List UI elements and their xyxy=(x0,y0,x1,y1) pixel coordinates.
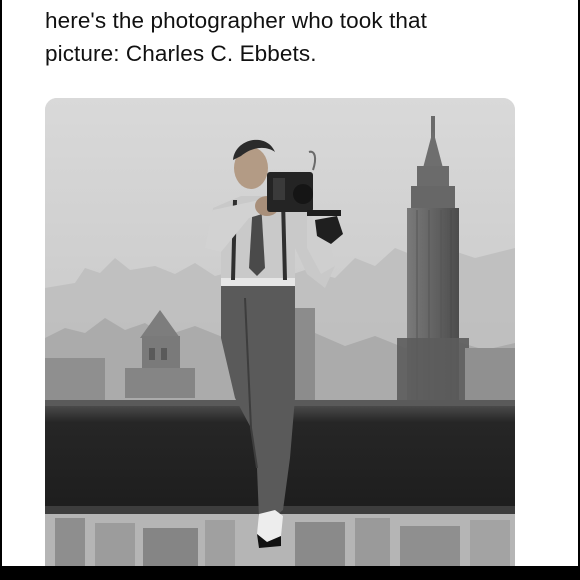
post-card: here's the photographer who took that pi… xyxy=(2,0,578,566)
left-buildings xyxy=(45,358,105,403)
photo-illustration xyxy=(45,98,515,566)
mid-tower xyxy=(293,308,315,400)
caption-line-1: here's the photographer who took that xyxy=(45,8,428,33)
caption-line-2: picture: Charles C. Ebbets. xyxy=(45,41,317,66)
post-photo[interactable] xyxy=(45,98,515,566)
bottom-edge xyxy=(0,566,580,580)
screenshot-root: here's the photographer who took that pi… xyxy=(0,0,580,580)
right-buildings xyxy=(465,348,515,403)
post-caption: here's the photographer who took that pi… xyxy=(45,4,555,70)
